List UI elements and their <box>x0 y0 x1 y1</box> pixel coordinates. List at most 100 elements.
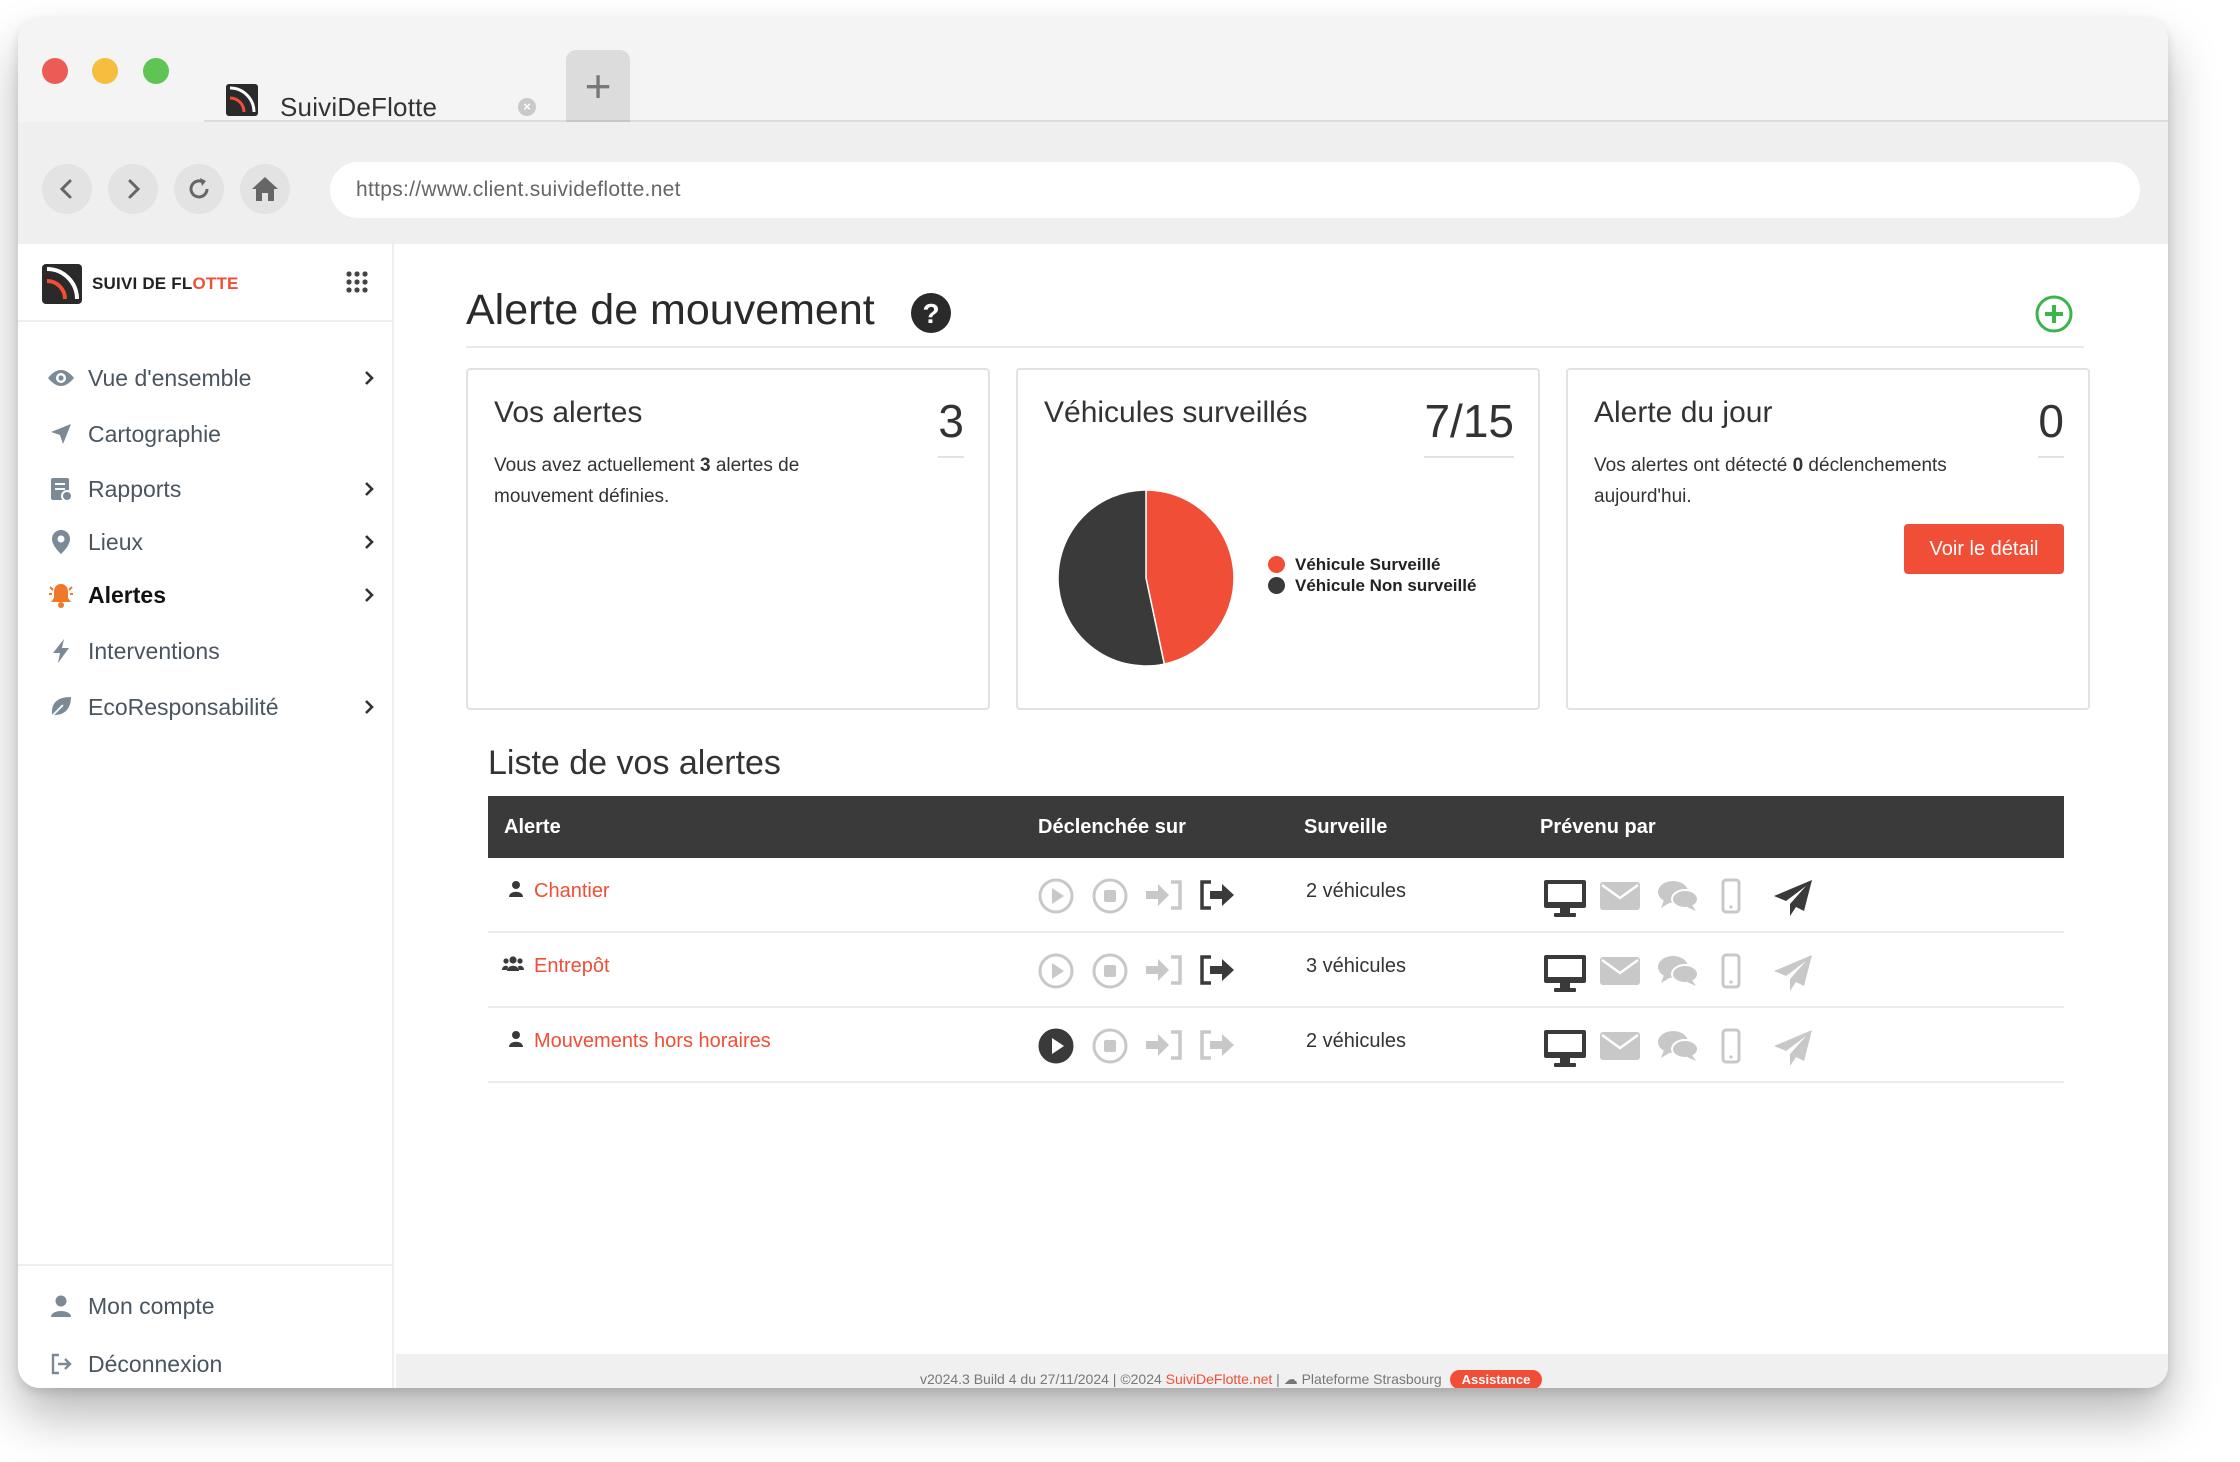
column-header-prevenu[interactable]: Prévenu par <box>1540 796 1656 858</box>
bell-icon <box>46 580 76 610</box>
column-header-alerte[interactable]: Alerte <box>504 796 561 858</box>
sidebar-item-label: EcoResponsabilité <box>88 693 279 720</box>
sidebar-item-interventions[interactable]: Interventions <box>46 631 376 671</box>
brand-name-accent: OTTE <box>192 274 239 293</box>
table-body: Chantier 2 véhicules Entrepôt 3 véhicules Mo… <box>488 858 2064 1083</box>
tab-strip: SuiviDeFlotte × + <box>18 18 2168 124</box>
home-button[interactable] <box>240 164 290 214</box>
card-text: Vos alertes ont détecté 0 déclenchements… <box>1594 455 1947 507</box>
users-icon <box>502 955 524 978</box>
sidebar-item-lieux[interactable]: Lieux <box>46 522 376 562</box>
table-row: Entrepôt 3 véhicules <box>488 933 2064 1008</box>
sidebar-item-label: Lieux <box>88 528 143 555</box>
brand-logo[interactable]: SUIVI DE FLOTTE <box>42 262 239 306</box>
table-header: Alerte Déclenchée sur Surveille Prévenu … <box>488 796 2064 858</box>
chart-legend: Véhicule Surveillé Véhicule Non surveill… <box>1268 554 1476 596</box>
brand-name: SUIVI DE FLOTTE <box>92 274 239 294</box>
assistance-badge[interactable]: Assistance <box>1449 1370 1543 1388</box>
paper-plane-icon[interactable] <box>1772 1028 1814 1073</box>
mobile-icon[interactable] <box>1720 878 1742 919</box>
table-row: Chantier 2 véhicules <box>488 858 2064 933</box>
address-bar[interactable]: https://www.client.suivideflotte.net <box>330 162 2140 218</box>
help-icon[interactable]: ? <box>910 292 952 334</box>
card-title: Alerte du jour <box>1594 396 1773 429</box>
mobile-icon[interactable] <box>1720 1028 1742 1069</box>
sign-out-icon[interactable] <box>1198 1028 1238 1067</box>
apps-grid-icon[interactable] <box>346 271 368 293</box>
play-icon[interactable] <box>1038 953 1074 994</box>
forward-button[interactable] <box>108 164 158 214</box>
envelope-icon[interactable] <box>1598 878 1642 917</box>
chat-icon[interactable] <box>1656 878 1700 919</box>
stop-icon[interactable] <box>1092 878 1128 919</box>
chat-icon[interactable] <box>1656 1028 1700 1069</box>
reload-button[interactable] <box>174 164 224 214</box>
desktop-icon[interactable] <box>1542 878 1588 923</box>
stop-icon[interactable] <box>1092 1028 1128 1069</box>
maximize-window-button[interactable] <box>143 58 169 84</box>
sidebar-item-deconnexion[interactable]: Déconnexion <box>46 1344 376 1384</box>
sidebar-item-label: Cartographie <box>88 420 221 447</box>
card-vos-alertes: Vos alertes 3 Vous avez actuellement 3 a… <box>466 368 990 710</box>
report-icon <box>46 474 76 504</box>
sign-in-icon[interactable] <box>1144 878 1184 917</box>
sidebar-item-label: Alertes <box>88 581 166 608</box>
list-title: Liste de vos alertes <box>488 744 781 782</box>
sidebar-item-vue-ensemble[interactable]: Vue d'ensemble <box>46 358 376 398</box>
browser-tab[interactable]: SuiviDeFlotte × <box>204 50 566 124</box>
sidebar-item-label: Mon compte <box>88 1292 215 1319</box>
sidebar-item-cartographie[interactable]: Cartographie <box>46 414 376 454</box>
play-icon[interactable] <box>1038 1028 1074 1069</box>
column-header-surveille[interactable]: Surveille <box>1304 796 1387 858</box>
mobile-icon[interactable] <box>1720 953 1742 994</box>
sidebar-item-ecoresponsabilite[interactable]: EcoResponsabilité <box>46 687 376 727</box>
footer: v2024.3 Build 4 du 27/11/2024 | ©2024 Su… <box>396 1354 2168 1388</box>
card-vehicules-surveilles: Véhicules surveillés 7/15 Véhicule Surve… <box>1016 368 1540 710</box>
paper-plane-icon[interactable] <box>1772 878 1814 923</box>
envelope-icon[interactable] <box>1598 953 1642 992</box>
main-content: Alerte de mouvement ? Vos alertes 3 Vous… <box>396 244 2168 1388</box>
home-icon <box>252 177 278 201</box>
sidebar-item-mon-compte[interactable]: Mon compte <box>46 1286 376 1326</box>
alert-name-link[interactable]: Chantier <box>534 880 610 903</box>
chevron-right-icon <box>365 700 374 714</box>
sidebar-item-alertes[interactable]: Alertes <box>46 575 376 615</box>
alert-name-link[interactable]: Mouvements hors horaires <box>534 1030 771 1053</box>
card-value: 7/15 <box>1424 394 1514 458</box>
sign-in-icon[interactable] <box>1144 953 1184 992</box>
sign-out-icon[interactable] <box>1198 878 1238 917</box>
sign-out-icon[interactable] <box>1198 953 1238 992</box>
stop-icon[interactable] <box>1092 953 1128 994</box>
voir-detail-button[interactable]: Voir le détail <box>1904 524 2064 574</box>
back-button[interactable] <box>42 164 92 214</box>
sidebar-item-rapports[interactable]: Rapports <box>46 469 376 509</box>
chevron-right-icon <box>365 588 374 602</box>
card-text: Vous avez actuellement 3 alertes de mouv… <box>494 455 800 507</box>
app: SUIVI DE FLOTTE Vue d'ensemble Cartograp… <box>18 244 2168 1388</box>
paper-plane-icon[interactable] <box>1772 953 1814 998</box>
minimize-window-button[interactable] <box>92 58 118 84</box>
sign-in-icon[interactable] <box>1144 1028 1184 1067</box>
page-title: Alerte de mouvement <box>466 286 875 334</box>
user-icon <box>46 1291 76 1321</box>
watched-vehicles: 2 véhicules <box>1306 1030 1407 1052</box>
legend-item-monitored: Véhicule Surveillé <box>1268 554 1476 575</box>
add-alert-icon[interactable] <box>2034 294 2074 334</box>
close-window-button[interactable] <box>42 58 68 84</box>
alerts-table: Alerte Déclenchée sur Surveille Prévenu … <box>488 796 2064 1083</box>
browser-tab-title: SuiviDeFlotte <box>280 92 438 122</box>
close-tab-icon[interactable]: × <box>518 98 536 116</box>
chat-icon[interactable] <box>1656 953 1700 994</box>
alert-name-link[interactable]: Entrepôt <box>534 955 610 978</box>
footer-link[interactable]: SuiviDeFlotte.net <box>1166 1371 1273 1387</box>
brand-name-part1: SUIVI DE FL <box>92 274 193 293</box>
envelope-icon[interactable] <box>1598 1028 1642 1067</box>
desktop-icon[interactable] <box>1542 953 1588 998</box>
desktop-icon[interactable] <box>1542 1028 1588 1073</box>
column-header-declenchee[interactable]: Déclenchée sur <box>1038 796 1186 858</box>
reload-icon <box>189 178 209 199</box>
chevron-right-icon <box>365 482 374 496</box>
play-icon[interactable] <box>1038 878 1074 919</box>
vehicles-pie-chart <box>1057 489 1235 667</box>
new-tab-button[interactable]: + <box>566 50 630 122</box>
